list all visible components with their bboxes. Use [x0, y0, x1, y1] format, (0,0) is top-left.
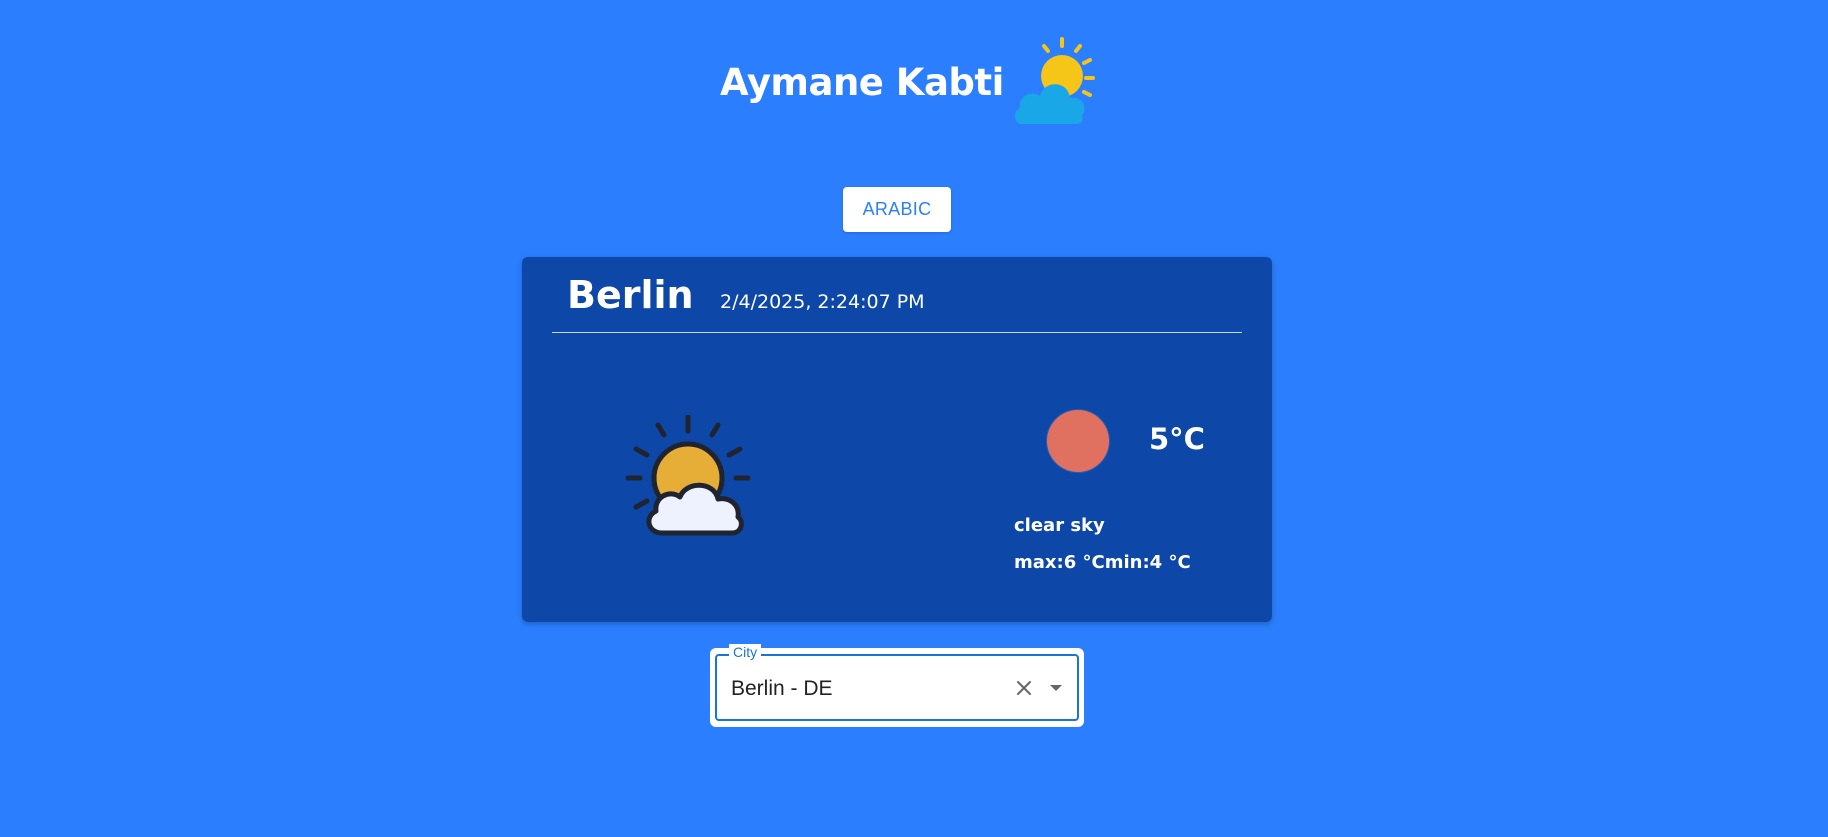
city-select-label: City: [729, 644, 762, 660]
sun-behind-cloud-icon: [1014, 37, 1095, 124]
partly-cloudy-icon: [625, 415, 751, 536]
weather-description: clear sky: [1014, 515, 1105, 536]
city-autocomplete[interactable]: City Berlin - DE: [715, 644, 1079, 721]
app-title: Aymane Kabti: [720, 60, 1004, 104]
card-divider: [552, 332, 1242, 333]
language-toggle-button[interactable]: ARABIC: [843, 187, 951, 232]
city-select-value[interactable]: Berlin - DE: [731, 677, 833, 701]
min-max-temperature: max:6 °Cmin:4 °C: [1014, 552, 1191, 573]
app-header: Aymane Kabti: [720, 34, 1096, 130]
city-name: Berlin: [567, 273, 694, 317]
city-select-container: City Berlin - DE: [710, 644, 1084, 727]
caret-down-icon[interactable]: [1047, 679, 1065, 697]
close-icon[interactable]: [1014, 678, 1034, 698]
temperature-indicator: [1047, 410, 1109, 472]
weather-card: Berlin 2/4/2025, 2:24:07 PM 5°C clear sk…: [522, 257, 1272, 622]
page: Aymane Kabti ARABIC Berlin 2/4/2025, 2:2…: [0, 0, 1828, 837]
date-time: 2/4/2025, 2:24:07 PM: [720, 291, 925, 313]
temperature-value: 5°C: [1149, 422, 1205, 456]
